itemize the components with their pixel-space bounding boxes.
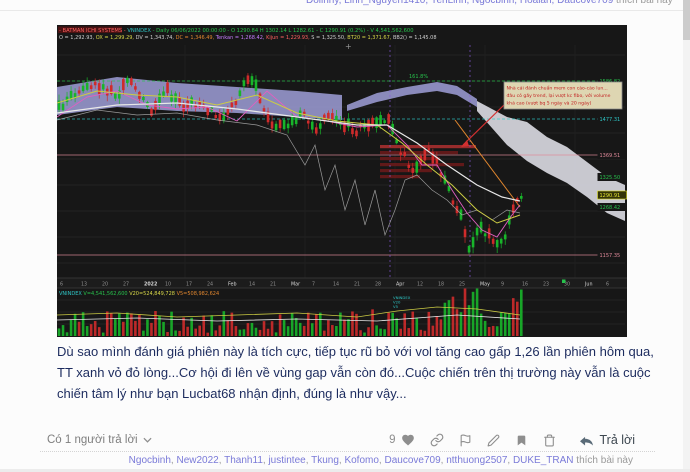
svg-text:16: 16 (522, 282, 528, 288)
liker-link[interactable]: Thanh11 (224, 455, 263, 466)
forum-page: Dolinhy, Linh_Nguyen1410, YenLinh, Ngocb… (0, 0, 690, 472)
post-separator (0, 10, 690, 11)
svg-text:khá cao (vượt bq 5 ngày và 20: khá cao (vượt bq 5 ngày và 20 ngày) (507, 100, 592, 107)
liker-link[interactable]: DUKE_TRAN (513, 455, 574, 466)
liker-link[interactable]: justintee (268, 455, 305, 466)
liker-link[interactable]: Ngocbinh (129, 455, 171, 466)
svg-text:VNINDEX V=4,541,562,600 V20=52: VNINDEX V=4,541,562,600 V20=524,849,728 … (59, 291, 219, 297)
svg-text:14: 14 (249, 282, 255, 288)
vnindex-chart-svg: 1586.821477.311369.511325.501290.911268.… (57, 25, 627, 337)
link-button[interactable] (430, 433, 444, 447)
liker-link[interactable]: New2022 (176, 455, 218, 466)
svg-text:10: 10 (165, 282, 171, 288)
top-liker-links[interactable]: Dolinhy, Linh_Nguyen1410, YenLinh, Ngocb… (306, 0, 613, 6)
svg-text:6: 6 (60, 282, 63, 288)
like-button[interactable] (401, 433, 415, 447)
svg-text:1290.91: 1290.91 (600, 193, 621, 199)
svg-text:7: 7 (312, 282, 315, 288)
svg-text:13: 13 (81, 282, 87, 288)
bottom-like-suffix: thích bài này (573, 455, 633, 466)
svg-text:1157.35: 1157.35 (600, 253, 621, 259)
svg-text:1268.42: 1268.42 (600, 205, 621, 211)
replies-toggle-label: Có 1 người trả lời (47, 434, 138, 446)
reply-arrow-icon (580, 436, 594, 446)
svg-text:14: 14 (333, 282, 339, 288)
svg-text:23: 23 (543, 282, 549, 288)
post-controls: 9 Trả lời (389, 433, 635, 447)
bookmark-icon (518, 435, 526, 445)
flag-icon (461, 434, 471, 446)
replies-toggle[interactable]: Có 1 người trả lời (47, 434, 152, 446)
svg-text:20: 20 (102, 282, 108, 288)
svg-text:Mar: Mar (291, 282, 300, 288)
svg-text:2022: 2022 (144, 282, 157, 288)
trash-icon (544, 434, 556, 446)
heart-icon (402, 434, 415, 446)
svg-text:9: 9 (501, 282, 504, 288)
svg-text:17: 17 (186, 282, 192, 288)
svg-text:V5: V5 (393, 304, 399, 309)
svg-text:161.8%: 161.8% (409, 74, 428, 80)
svg-text:25: 25 (459, 282, 465, 288)
liker-link[interactable]: Daucove709 (384, 455, 440, 466)
top-like-list: Dolinhy, Linh_Nguyen1410, YenLinh, Ngocb… (306, 0, 673, 6)
svg-text:+: + (345, 42, 352, 51)
link-icon (431, 433, 444, 447)
edit-button[interactable] (487, 434, 500, 447)
scrollbar-thumb[interactable] (683, 0, 690, 40)
svg-text:21: 21 (354, 282, 360, 288)
svg-text:1325.50: 1325.50 (600, 175, 621, 181)
svg-text:Jun: Jun (584, 282, 593, 288)
svg-text:12: 12 (417, 282, 423, 288)
svg-text:Apr: Apr (396, 282, 404, 288)
svg-text:24: 24 (207, 282, 213, 288)
post-text: Dù sao mình đánh giá phiên này là tích c… (57, 344, 654, 401)
chevron-down-icon (143, 437, 152, 443)
top-like-suffix: thích bài này (613, 0, 673, 6)
liker-link[interactable]: Tkung (311, 455, 339, 466)
pencil-icon (488, 434, 500, 446)
scrollbar[interactable] (683, 0, 690, 472)
bottom-like-list: Ngocbinh, New2022, Thanh11, justintee, T… (128, 455, 633, 466)
svg-text:6: 6 (606, 282, 609, 288)
svg-text:May: May (480, 282, 490, 288)
flag-button[interactable] (459, 434, 472, 447)
svg-text:Feb: Feb (228, 282, 237, 288)
svg-text:- BATMAN ICHI SYSTEMS - VNINDE: - BATMAN ICHI SYSTEMS - VNINDEX - Daily … (59, 28, 414, 34)
svg-text:18: 18 (438, 282, 444, 288)
svg-text:đâu có gãy trend, lại vượt kc: đâu có gãy trend, lại vượt kc fibo, với … (507, 92, 611, 99)
bookmark-button[interactable] (515, 434, 528, 447)
like-count: 9 (389, 434, 396, 446)
likes-separator (40, 451, 655, 452)
reply-button[interactable]: Trả lời (579, 433, 635, 447)
svg-text:Nhà cái đánh chuẩn mem con cào: Nhà cái đánh chuẩn mem con cào-cào lun..… (507, 85, 608, 92)
chart-image[interactable]: 1586.821477.311369.511325.501290.911268.… (57, 25, 627, 337)
svg-text:1477.31: 1477.31 (600, 117, 621, 123)
svg-text:1369.51: 1369.51 (600, 153, 621, 159)
svg-text:O = 1,292.93, OX = 1,299.29, D: O = 1,292.93, OX = 1,299.29, DV = 1,343.… (59, 35, 437, 41)
liker-link[interactable]: ntthuong2507 (446, 455, 507, 466)
svg-text:27: 27 (123, 282, 129, 288)
svg-text:21: 21 (270, 282, 276, 288)
reply-button-label: Trả lời (599, 433, 635, 447)
post-action-bar: Có 1 người trả lời 9 Trả lời (47, 429, 635, 451)
liker-link[interactable]: Kofomo (344, 455, 378, 466)
delete-button[interactable] (543, 434, 556, 447)
svg-text:28: 28 (375, 282, 381, 288)
